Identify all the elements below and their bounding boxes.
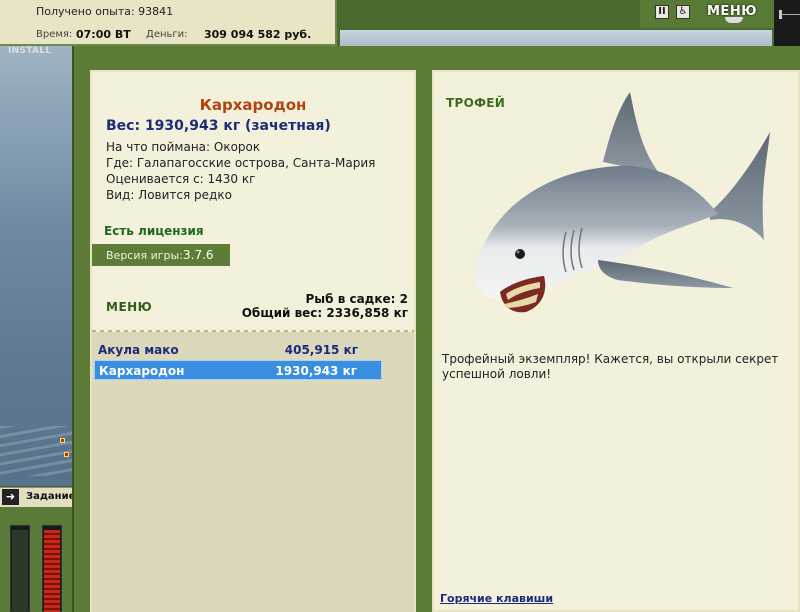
trophy-panel: ТРОФЕЙ Трофейный экземпляр! Кажется, вы … [432,70,800,612]
fish-info-panel: Кархародон Вес: 1930,943 кг (зачетная) Н… [90,70,416,612]
fish-place: Где: Галапагосские острова, Санта-Мария [106,156,376,170]
fish-name: Кархародон [199,96,307,114]
cage-total-weight: Общий вес: 2336,858 кг [241,306,408,320]
cage-list-item-selected[interactable]: Кархародон 1930,943 кг [94,360,382,380]
install-watermark: INSTALL [8,46,52,56]
fish-weight: Вес: 1930,943 кг (зачетная) [106,118,331,134]
version-label: Версия игры: [106,249,183,262]
player-info-panel: Получено опыта: 93841 Время: 07:00 ВТ Де… [0,0,337,46]
time-label: Время: [36,29,73,40]
money-value: 309 094 582 руб. [204,28,312,41]
game-sea-strip [340,30,772,46]
cage-list-item[interactable]: Акула мако 405,915 кг [94,340,382,360]
cage-item-name: Кархародон [99,364,185,378]
gauge-fill-red [44,530,60,612]
right-edge-panel [774,0,800,46]
task-button[interactable]: Задание [26,491,75,502]
trophy-description: Трофейный экземпляр! Кажется, вы открыли… [442,352,779,381]
game-sea-view [0,46,72,486]
shark-image [474,92,770,313]
pause-icon[interactable]: II [655,5,669,19]
wheelchair-icon[interactable]: ♿ [676,5,690,19]
time-value: 07:00 ВТ [76,28,131,41]
cage-menu-button[interactable]: МЕНЮ [106,300,152,314]
version-number: 3.7.6 [183,248,214,262]
license-status: Есть лицензия [104,224,204,238]
fish-bait: На что поймана: Окорок [106,140,261,154]
float-marker [64,452,69,457]
cage-count: Рыб в садке: 2 [305,292,409,306]
experience-text: Получено опыта: 93841 [36,5,174,18]
cage-item-name: Акула мако [98,343,179,357]
scale-line [780,14,800,15]
money-label: Деньги: [146,29,188,40]
cage-item-weight: 1930,943 кг [275,364,357,378]
trophy-title: ТРОФЕЙ [446,96,506,110]
arrow-right-icon[interactable]: ➜ [2,489,19,505]
fish-price: Оценивается с: 1430 кг [106,172,256,186]
hotkeys-link[interactable]: Горячие клавиши [440,592,553,605]
cage-item-weight: 405,915 кг [284,343,358,357]
gauge-fill [12,530,28,612]
fish-rarity: Вид: Ловится редко [106,188,232,202]
float-marker [60,438,65,443]
